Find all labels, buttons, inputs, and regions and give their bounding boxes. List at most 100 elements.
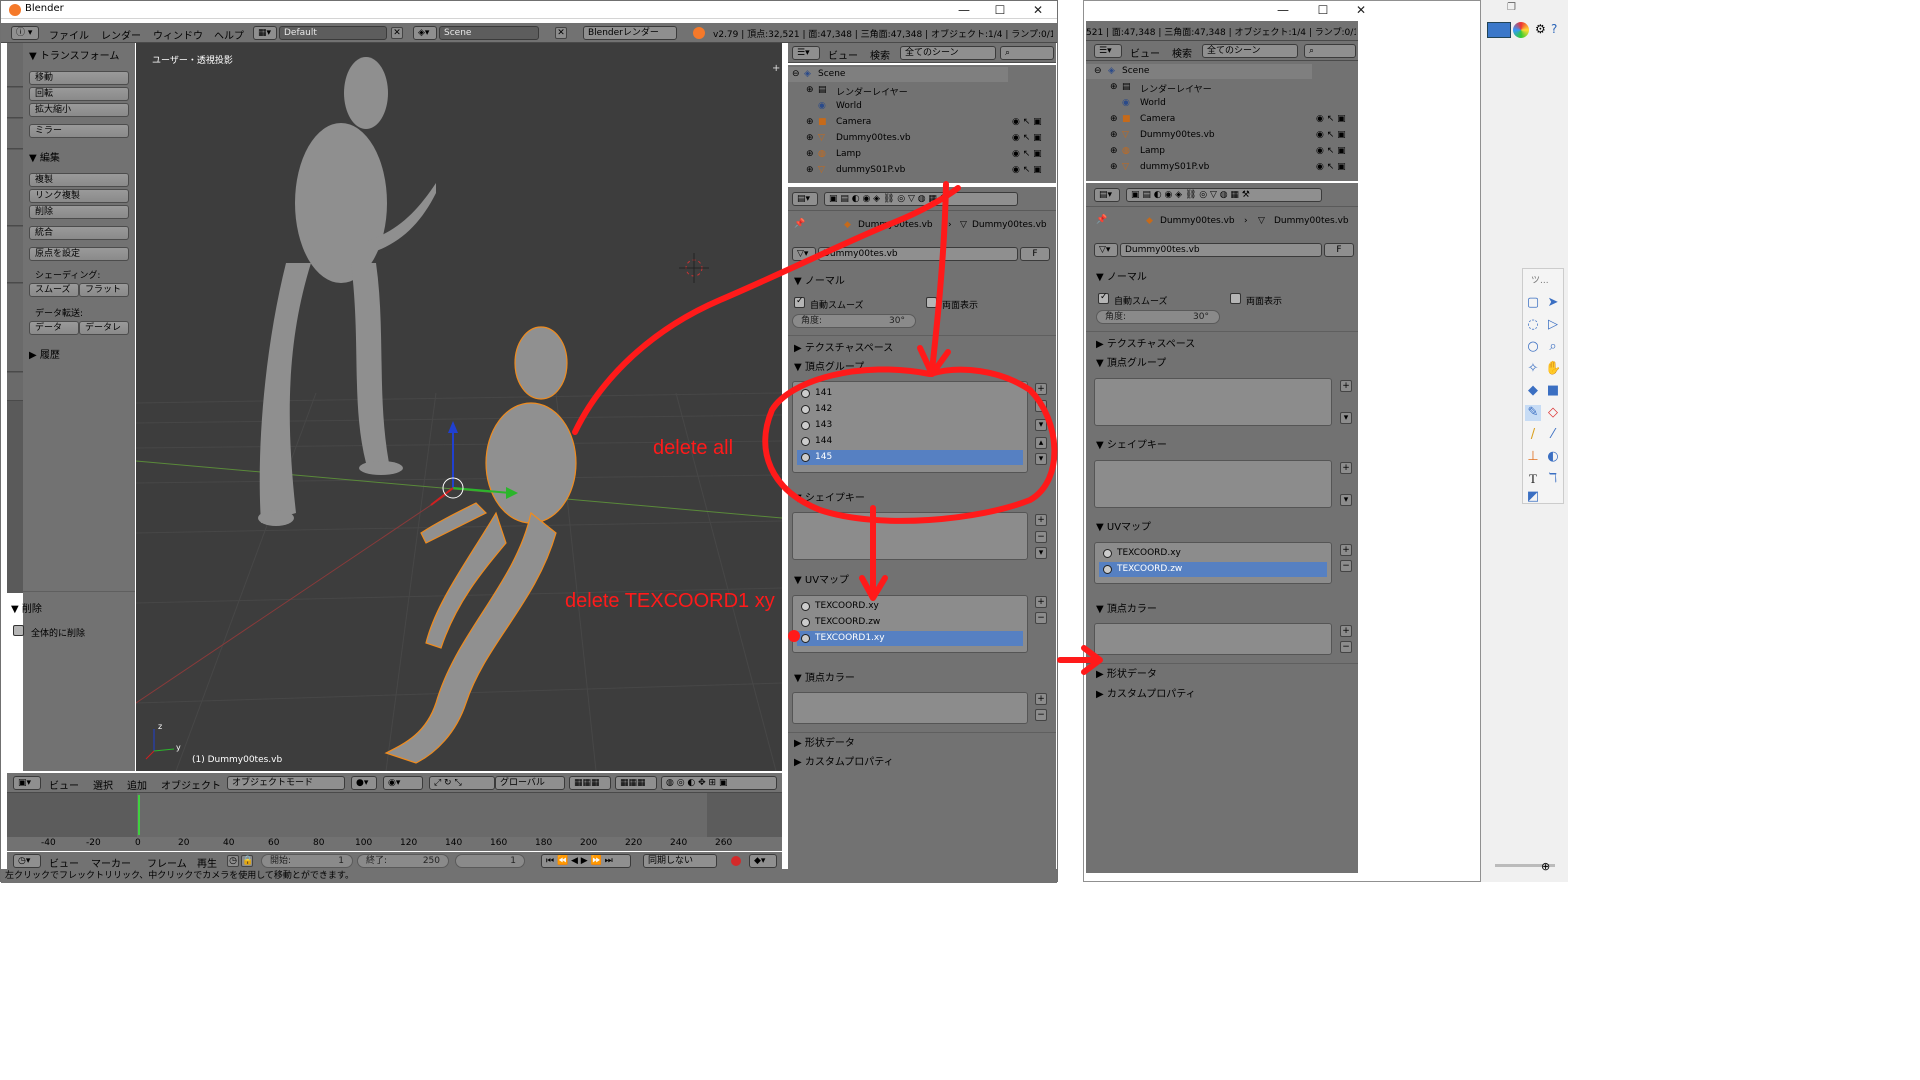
stamp-icon[interactable]: ⊥ — [1525, 449, 1541, 465]
menu-search[interactable]: 検索 — [1172, 45, 1192, 60]
remove-icon[interactable]: − — [1035, 531, 1047, 543]
specials-icon[interactable]: ▾ — [1340, 494, 1352, 506]
visibility-icons[interactable]: ◉ ↖ ▣ — [1012, 149, 1042, 159]
current-frame-marker[interactable] — [138, 795, 140, 835]
menu-view[interactable]: ビュー — [828, 47, 858, 62]
transform-panel-header[interactable]: ▼ トランスフォーム — [29, 47, 119, 62]
delete-button[interactable]: 削除 — [29, 205, 129, 219]
outliner-item-label[interactable]: Scene — [1122, 66, 1149, 76]
add-icon[interactable]: + — [1035, 596, 1047, 608]
list-item[interactable]: TEXCOORD.xy — [1099, 546, 1327, 561]
close-button[interactable]: ✕ — [1342, 1, 1380, 19]
shape-keys-panel-header[interactable]: ▼ シェイプキー — [794, 489, 865, 504]
texture-space-panel-header[interactable]: ▶ テクスチャスペース — [794, 339, 893, 354]
tab-grease-pencil[interactable] — [7, 284, 23, 372]
pin-icon[interactable]: 📌 — [794, 219, 805, 229]
editor-type-dropdown[interactable]: ☰▾ — [792, 46, 820, 60]
set-origin-dropdown[interactable]: 原点を設定 — [29, 247, 129, 261]
outliner-row-scene[interactable] — [1086, 64, 1312, 79]
search-input[interactable]: ⌕ — [1000, 46, 1054, 60]
menu-add[interactable]: 追加 — [127, 777, 147, 792]
auto-smooth-checkbox[interactable] — [1098, 292, 1109, 304]
outliner-item-label[interactable]: Scene — [818, 69, 845, 79]
sync-dropdown[interactable]: 同期しない — [643, 854, 717, 868]
restore-icon[interactable]: ❐ — [1507, 2, 1516, 13]
remove-icon[interactable]: − — [1035, 612, 1047, 624]
specials-icon[interactable]: ▾ — [1340, 412, 1352, 424]
shape-key-list[interactable] — [1094, 460, 1332, 508]
vertex-group-list[interactable]: 141 142 143 144 145 — [792, 381, 1028, 473]
double-sided-checkbox[interactable] — [926, 297, 937, 308]
current-frame-field[interactable]: 1 — [455, 854, 525, 868]
list-item[interactable]: 143 — [797, 418, 1023, 433]
link-duplicate-button[interactable]: リンク複製 — [29, 189, 129, 203]
wand-icon[interactable]: ✧ — [1525, 361, 1541, 377]
mesh-browse-icon[interactable]: ▽▾ — [792, 247, 816, 261]
layout-dropdown[interactable]: Default — [279, 26, 387, 40]
breadcrumb-object[interactable]: Dummy00tes.vb — [1160, 216, 1235, 226]
scale-button[interactable]: 拡大縮小 — [29, 103, 129, 117]
selected-figure[interactable] — [384, 326, 577, 764]
help-icon[interactable]: ? — [1551, 22, 1557, 36]
move-down-icon[interactable]: ▾ — [1035, 453, 1047, 465]
expand-icon[interactable]: ⊕ — [1110, 82, 1118, 92]
editor-type-dropdown[interactable]: ▣▾ — [13, 776, 41, 790]
gear-icon[interactable]: ⚙ — [1535, 22, 1546, 36]
viewport-plus-icon[interactable]: + — [772, 63, 780, 74]
color-wheel-icon[interactable] — [1513, 22, 1529, 38]
shading-mode-icon[interactable]: ●▾ — [351, 776, 377, 790]
specials-icon[interactable]: ▾ — [1035, 547, 1047, 559]
3d-cursor[interactable] — [679, 253, 709, 283]
lock-icon[interactable]: 🔒 — [241, 855, 253, 867]
layout-close-icon[interactable]: ✕ — [391, 27, 403, 39]
double-sided-checkbox[interactable] — [1230, 293, 1241, 304]
list-item-selected[interactable]: TEXCOORD.zw — [1099, 562, 1327, 577]
move-button[interactable]: 移動 — [29, 71, 129, 85]
keying-icon[interactable]: ◆▾ — [749, 854, 777, 868]
outliner-item-label[interactable]: Camera — [836, 117, 871, 127]
add-icon[interactable]: + — [1340, 544, 1352, 556]
menu-file[interactable]: ファイル — [49, 27, 89, 42]
orientation-dropdown[interactable]: グローバル — [495, 776, 565, 790]
lasso-icon[interactable]: ◌ — [1525, 317, 1541, 333]
normals-panel-header[interactable]: ▼ ノーマル — [794, 272, 845, 287]
outliner-item-label[interactable]: レンダーレイヤー — [1140, 82, 1212, 95]
scene-dropdown[interactable]: Scene — [439, 26, 539, 40]
add-icon[interactable]: + — [1035, 383, 1047, 395]
minimize-button[interactable]: — — [945, 1, 983, 19]
shade-smooth-button[interactable]: スムーズ — [29, 283, 79, 297]
history-panel-header[interactable]: ▶ 履歴 — [29, 346, 60, 361]
menu-window[interactable]: ウィンドウ — [153, 27, 203, 42]
tab-xps[interactable] — [7, 373, 23, 401]
vertex-group-list[interactable] — [1094, 378, 1332, 426]
add-icon[interactable]: + — [1035, 693, 1047, 705]
snap-render-icons[interactable]: ◍ ◎ ◐ ✥ ⊞ ▣ — [661, 776, 777, 790]
pencil-icon[interactable]: / — [1525, 427, 1541, 443]
editor-type-dropdown[interactable]: ◷▾ — [13, 854, 41, 868]
expand-icon[interactable]: ⊖ — [792, 69, 800, 79]
menu-view[interactable]: ビュー — [49, 777, 79, 792]
custom-properties-panel-header[interactable]: ▶ カスタムプロパティ — [794, 753, 894, 768]
select-icon[interactable]: ▷ — [1545, 317, 1561, 333]
angle-field[interactable]: 角度: 30° — [1096, 310, 1220, 324]
clock-icon[interactable]: ◷ — [227, 855, 239, 867]
remove-icon[interactable]: − — [1340, 641, 1352, 653]
vertex-colors-panel-header[interactable]: ▼ 頂点カラー — [794, 669, 855, 684]
add-icon[interactable]: + — [1035, 514, 1047, 526]
menu-view[interactable]: ビュー — [1130, 45, 1160, 60]
hand-icon[interactable]: ✋ — [1545, 361, 1561, 377]
breadcrumb-mesh[interactable]: Dummy00tes.vb — [972, 220, 1047, 230]
delete-panel-header[interactable]: ▼ 削除 — [11, 600, 42, 615]
uv-maps-panel-header[interactable]: ▼ UVマップ — [794, 571, 849, 586]
delete-global-checkbox[interactable] — [13, 625, 24, 636]
outliner-item-label[interactable]: Lamp — [1140, 146, 1165, 156]
vertex-color-list[interactable] — [1094, 623, 1332, 655]
list-item[interactable]: 144 — [797, 434, 1023, 449]
outliner-item-label[interactable]: Lamp — [836, 149, 861, 159]
editor-type-dropdown[interactable]: ☰▾ — [1094, 44, 1122, 58]
fake-user-button[interactable]: F — [1324, 243, 1354, 257]
expand-icon[interactable]: ⊕ — [1110, 146, 1118, 156]
mesh-browse-icon[interactable]: ▽▾ — [1094, 243, 1118, 257]
scene-icon[interactable]: ◈▾ — [413, 26, 437, 40]
display-mode-dropdown[interactable]: 全てのシーン — [1202, 44, 1298, 58]
